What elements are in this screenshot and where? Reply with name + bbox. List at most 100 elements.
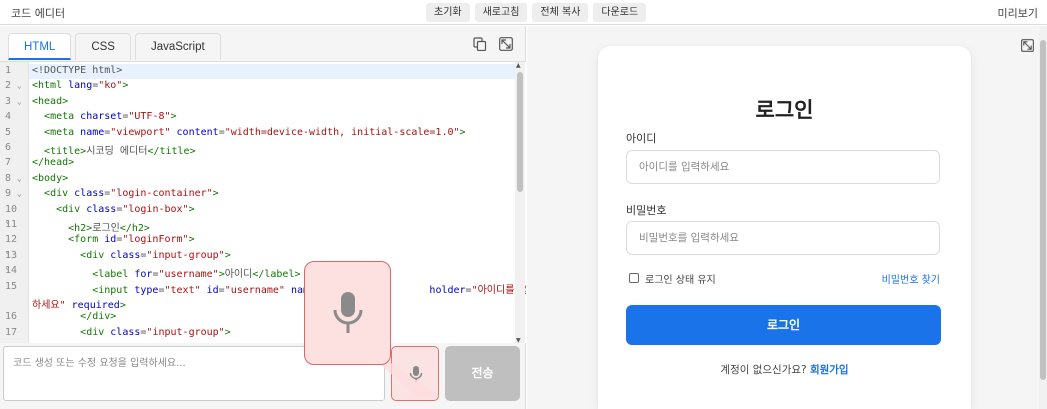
app-title: 코드 에디터 xyxy=(11,7,66,20)
code-token: "width=device-width, initial-scale=1.0" xyxy=(224,126,460,138)
tab-javascript[interactable]: JavaScript xyxy=(134,33,221,60)
line-number-text: 1 xyxy=(5,65,12,76)
line-number: 14 xyxy=(5,265,27,276)
line-number: 15 xyxy=(5,281,27,292)
fold-arrow-icon[interactable]: ⌄ xyxy=(12,174,22,183)
signup-link[interactable]: 회원가입 xyxy=(810,364,849,376)
copy-icon[interactable] xyxy=(473,37,487,51)
code-token: > xyxy=(224,326,231,338)
code-token: <meta xyxy=(44,111,75,123)
code-token: </h2> xyxy=(119,223,150,234)
signup-prompt: 계정이 없으신가요? xyxy=(720,364,807,376)
send-button[interactable]: 전송 xyxy=(445,346,520,401)
code-token: </label> xyxy=(252,269,301,281)
line-number-text: 16 xyxy=(5,311,18,323)
code-line: <title>시코딩 에디터</title> xyxy=(32,142,196,157)
line-number-text: 10 xyxy=(5,203,18,215)
line-number-text: 9 xyxy=(5,188,12,200)
code-token: 아이디 xyxy=(224,269,253,281)
password-label: 비밀번호 xyxy=(626,204,667,217)
download-button[interactable]: 다운로드 xyxy=(593,3,647,22)
code-line: <div class="login-box"> xyxy=(32,204,195,215)
code-token: <body> xyxy=(32,172,69,184)
line-number-text: 8 xyxy=(5,172,12,184)
code-token: "username" xyxy=(224,284,285,296)
scroll-up-arrow-icon[interactable]: ▲ xyxy=(516,62,521,69)
code-token: > xyxy=(459,126,466,138)
username-label: 아이디 xyxy=(626,132,657,145)
line-number: 4 xyxy=(5,111,27,122)
preview-scrollbar[interactable] xyxy=(1039,26,1047,409)
login-card: 로그인 아이디 아이디를 입력하세요 비밀번호 비밀번호를 입력하세요 로그인 … xyxy=(598,46,971,409)
editor-scrollbar-thumb[interactable] xyxy=(517,72,523,192)
code-token: "input-group" xyxy=(146,326,225,338)
forgot-password-link[interactable]: 비밀번호 찾기 xyxy=(882,271,940,286)
code-line: 하세요" required> xyxy=(32,296,126,311)
line-number: 1 xyxy=(5,65,27,76)
code-editor[interactable]: 12 ⌄ 3 ⌄ 4 5 6 7 8 ⌄ 9 ⌄ 10 ⌄ 11 12 ⌄ 13 ⌄ 14 15 16 17 … xyxy=(0,61,526,343)
code-token: id xyxy=(98,234,117,246)
login-title: 로그인 xyxy=(755,98,814,122)
scroll-down-arrow-icon[interactable]: ▼ xyxy=(516,337,521,343)
copy-all-button[interactable]: 전체 복사 xyxy=(532,3,589,22)
code-token: </head> xyxy=(32,157,75,169)
editor-scrollbar[interactable]: ▲ ▼ xyxy=(515,62,525,343)
code-line: <label for="username">아이디</label> xyxy=(32,265,301,281)
code-token: <head> xyxy=(32,95,69,107)
username-input[interactable]: 아이디를 입력하세요 xyxy=(626,150,940,184)
code-token: name xyxy=(74,126,105,138)
line-number-text: 17 xyxy=(5,326,18,338)
code-token: <div xyxy=(44,188,69,200)
line-number-text: 11 xyxy=(5,219,18,230)
code-line: <meta charset="UTF-8"> xyxy=(32,111,177,122)
code-line: <html lang="ko"> xyxy=(32,80,128,91)
refresh-button[interactable]: 새로고침 xyxy=(474,3,528,22)
code-token: </div> xyxy=(80,311,117,323)
code-token: <form xyxy=(68,234,99,246)
fold-arrow-icon[interactable]: ⌄ xyxy=(12,97,22,106)
code-token: "text" xyxy=(164,284,201,296)
code-token: class xyxy=(80,203,117,215)
line-number-text: 7 xyxy=(5,157,12,169)
code-line: <div class="input-group"> xyxy=(32,250,231,261)
reset-button[interactable]: 초기화 xyxy=(426,3,470,22)
code-token: <div xyxy=(56,203,81,215)
code-token: holder xyxy=(429,284,466,296)
code-token: "loginForm" xyxy=(122,234,189,246)
password-input[interactable]: 비밀번호를 입력하세요 xyxy=(626,221,940,255)
code-token: lang xyxy=(62,80,93,92)
code-token: > xyxy=(188,203,195,215)
editor-tabs: HTML CSS JavaScript xyxy=(8,33,221,60)
fold-arrow-icon[interactable]: ⌄ xyxy=(5,339,10,343)
code-line: <div class="input-group"> xyxy=(32,327,231,338)
code-token: type xyxy=(128,284,159,296)
line-number-text: 15 xyxy=(5,280,18,292)
preview-expand-icon[interactable] xyxy=(1021,39,1034,52)
login-button[interactable]: 로그인 xyxy=(626,305,941,345)
line-number: 2 ⌄ xyxy=(5,80,27,91)
microphone-icon-large xyxy=(333,292,363,333)
mic-button[interactable] xyxy=(391,346,439,401)
tab-html[interactable]: HTML xyxy=(8,33,72,60)
preview-scrollbar-thumb[interactable] xyxy=(1040,40,1046,380)
remember-label[interactable]: 로그인 상태 유지 xyxy=(645,271,716,286)
fold-arrow-icon[interactable]: ⌄ xyxy=(12,81,22,90)
code-line: <head> xyxy=(32,96,68,107)
code-token: "username" xyxy=(158,269,219,281)
line-number-text: 5 xyxy=(5,126,12,138)
remember-checkbox[interactable] xyxy=(629,273,639,283)
tab-css[interactable]: CSS xyxy=(75,33,131,60)
line-number: 11 xyxy=(5,219,27,230)
toolbar: 초기화 새로고침 전체 복사 다운로드 xyxy=(426,3,647,22)
code-token: <h2> xyxy=(68,223,93,234)
fold-arrow-icon[interactable]: ⌄ xyxy=(12,189,22,198)
line-number: 5 xyxy=(5,127,27,138)
expand-icon[interactable] xyxy=(499,37,513,51)
